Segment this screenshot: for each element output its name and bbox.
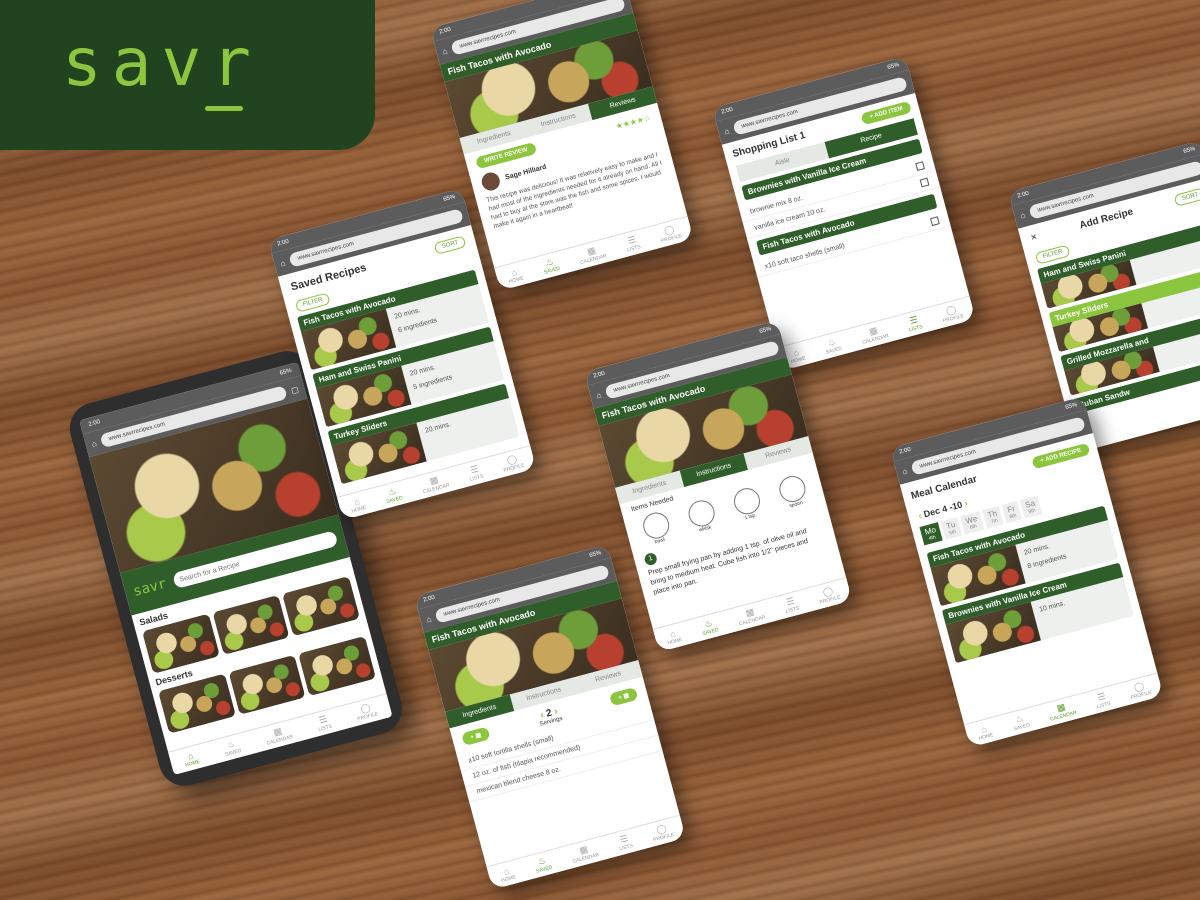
status-time: 2:00 (87, 419, 101, 429)
chevron-right-icon[interactable]: › (963, 498, 968, 508)
close-icon[interactable]: ✕ (1030, 232, 1040, 245)
home-icon[interactable]: ⌂ (279, 258, 286, 268)
nav-profile[interactable]: ◯ PROFILE (354, 701, 379, 722)
add-to-calendar-button[interactable]: + ▦ (609, 686, 639, 707)
checkbox[interactable] (915, 161, 926, 172)
star-rating: ★★★★☆ (614, 112, 652, 131)
day-button[interactable]: Th 7th (982, 505, 1004, 529)
battery: 65% (279, 367, 293, 377)
day-button[interactable]: We 6th (960, 511, 985, 535)
tabs-icon[interactable]: ▢ (290, 384, 300, 395)
home-icon[interactable]: ⌂ (91, 438, 98, 448)
nav-home[interactable]: ⌂ HOME (182, 749, 200, 768)
day-button[interactable]: Sa 9th (1019, 495, 1042, 519)
chevron-left-icon[interactable]: ‹ (917, 510, 922, 520)
add-to-list-button[interactable]: + ▦ (461, 726, 491, 747)
nav-saved[interactable]: ♨ SAVED (222, 737, 243, 758)
brand-logo: savr (0, 0, 375, 150)
logo-text: savr (62, 24, 261, 101)
sort-button[interactable]: SORT (433, 235, 467, 255)
day-button[interactable]: Mo 4th (919, 522, 943, 546)
day-button[interactable]: Tu 5th (940, 516, 963, 540)
day-button[interactable]: Fr 8th (1001, 500, 1022, 524)
sort-button[interactable]: SORT (1173, 187, 1200, 207)
small-logo: savr (131, 575, 169, 600)
nav-calendar[interactable]: ▦ CALENDAR (263, 723, 294, 747)
checkbox[interactable] (929, 216, 940, 227)
nav-lists[interactable]: ☰ LISTS (315, 713, 333, 733)
checkbox[interactable] (919, 177, 930, 188)
